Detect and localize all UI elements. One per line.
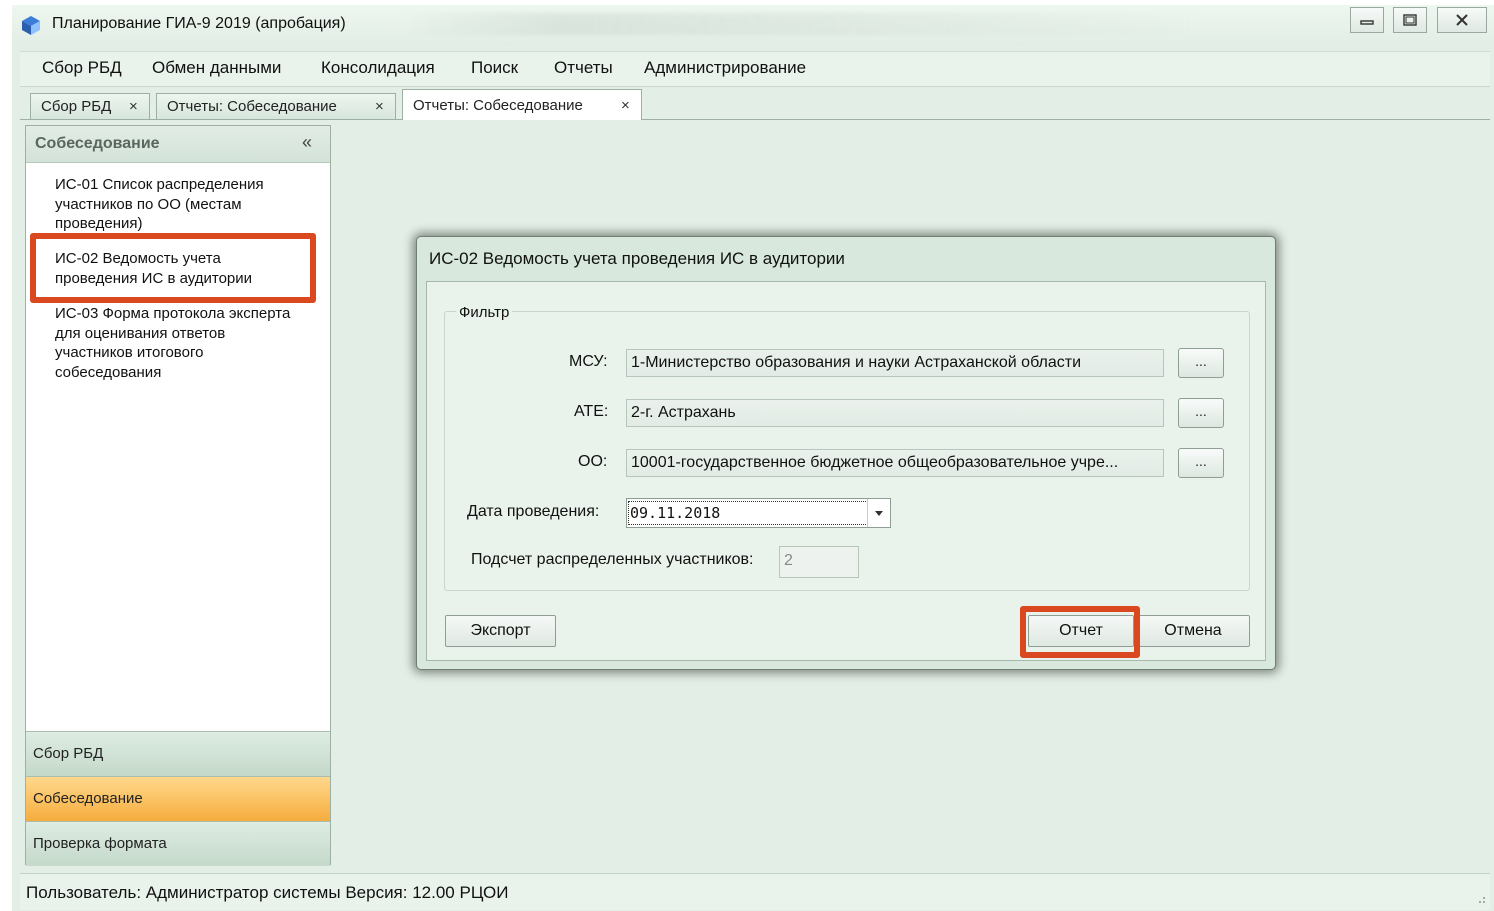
window-title: Планирование ГИА-9 2019 (апробация) [52, 15, 346, 32]
sidebar-header: Собеседование « [26, 126, 330, 163]
report-button[interactable]: Отчет [1028, 615, 1134, 647]
tab-reports-interview-1[interactable]: Отчеты: Собеседование × [156, 93, 396, 119]
report-line: проведения ИС в аудитории [55, 269, 253, 287]
tab-reports-interview-active[interactable]: Отчеты: Собеседование × [402, 89, 642, 120]
msu-browse-button[interactable]: ... [1178, 348, 1224, 378]
blurred-toolbar-area [402, 13, 1202, 35]
nav-collect-rbd[interactable]: Сбор РБД [26, 731, 330, 776]
oo-label: ОО: [578, 453, 608, 470]
chevron-down-icon [875, 511, 883, 516]
tab-close-icon[interactable]: × [129, 98, 138, 115]
nav-interview[interactable]: Собеседование [26, 776, 330, 821]
report-item-is02[interactable]: ИС-02 Ведомость учета проведения ИС в ау… [55, 249, 252, 288]
tab-collect-rbd[interactable]: Сбор РБД × [30, 93, 150, 119]
menu-search[interactable]: Поиск [471, 58, 518, 78]
restore-icon [1403, 14, 1417, 26]
menu-reports[interactable]: Отчеты [554, 58, 613, 78]
report-item-is03[interactable]: ИС-03 Форма протокола эксперта для оцени… [55, 304, 290, 382]
tab-close-icon[interactable]: × [621, 97, 630, 114]
sidebar: Собеседование « ИС-01 Список распределен… [25, 125, 331, 866]
report-line: ИС-03 Форма протокола эксперта [55, 305, 291, 322]
ate-label: АТЕ: [574, 403, 609, 420]
report-line: проведения) [55, 215, 143, 232]
export-button[interactable]: Экспорт [445, 615, 556, 647]
report-item-is01[interactable]: ИС-01 Список распределения участников по… [55, 175, 264, 234]
oo-field[interactable]: 10001-государственное бюджетное общеобра… [626, 449, 1164, 477]
close-window-button[interactable] [1437, 7, 1487, 33]
menu-consolidation[interactable]: Консолидация [321, 58, 435, 78]
report-line: собеседования [55, 363, 162, 381]
tab-label: Отчеты: Собеседование [167, 98, 337, 115]
date-dropdown-button[interactable] [867, 499, 890, 527]
close-icon [1456, 14, 1468, 26]
date-label: Дата проведения: [467, 503, 600, 520]
menu-data-exchange[interactable]: Обмен данными [152, 58, 281, 78]
title-bar: Планирование ГИА-9 2019 (апробация) [12, 5, 1494, 45]
status-bar: Пользователь: Администратор системы Верс… [20, 873, 1490, 910]
report-line: ИС-01 Список распределения [55, 176, 264, 193]
cancel-button[interactable]: Отмена [1136, 615, 1250, 647]
resize-grip-icon[interactable] [1478, 896, 1486, 904]
msu-label: МСУ: [569, 353, 608, 370]
report-line: для оценивания ответов [55, 324, 226, 342]
msu-field[interactable]: 1-Министерство образования и науки Астра… [626, 349, 1164, 377]
menu-collect-rbd[interactable]: Сбор РБД [42, 58, 122, 78]
filter-legend: Фильтр [456, 304, 513, 321]
status-text: Пользователь: Администратор системы Верс… [26, 883, 509, 902]
menu-bar: Сбор РБД Обмен данными Консолидация Поис… [20, 51, 1490, 87]
report-line: участников итогового [55, 344, 204, 361]
tab-label: Отчеты: Собеседование [413, 97, 583, 114]
ate-field[interactable]: 2-г. Астрахань [626, 399, 1164, 427]
nav-format-check[interactable]: Проверка формата [26, 821, 330, 866]
report-line: ИС-02 Ведомость учета [55, 250, 221, 267]
app-window: Планирование ГИА-9 2019 (апробация) Сбор… [12, 5, 1494, 911]
minimize-button[interactable] [1350, 7, 1384, 33]
collapse-icon[interactable]: « [302, 132, 312, 153]
app-logo-icon [22, 16, 40, 35]
tab-strip: Сбор РБД × Отчеты: Собеседование × Отчет… [20, 89, 1490, 120]
maximize-button[interactable] [1393, 7, 1427, 33]
date-value[interactable]: 09.11.2018 [628, 501, 868, 525]
minimize-icon [1360, 20, 1374, 25]
report-dialog: ИС-02 Ведомость учета проведения ИС в ау… [416, 236, 1276, 670]
count-field: 2 [779, 546, 859, 578]
report-line: участников по ОО (местам [55, 195, 242, 213]
dialog-title: ИС-02 Ведомость учета проведения ИС в ау… [429, 249, 845, 268]
menu-administration[interactable]: Администрирование [644, 58, 806, 78]
date-picker[interactable]: 09.11.2018 [626, 498, 891, 528]
dialog-body: Фильтр МСУ: 1-Министерство образования и… [426, 281, 1266, 661]
tab-close-icon[interactable]: × [375, 98, 384, 115]
count-label: Подсчет распределенных участников: [471, 551, 754, 568]
oo-browse-button[interactable]: ... [1178, 448, 1224, 478]
ate-browse-button[interactable]: ... [1178, 398, 1224, 428]
sidebar-title: Собеседование [35, 135, 160, 152]
tab-label: Сбор РБД [41, 98, 112, 115]
